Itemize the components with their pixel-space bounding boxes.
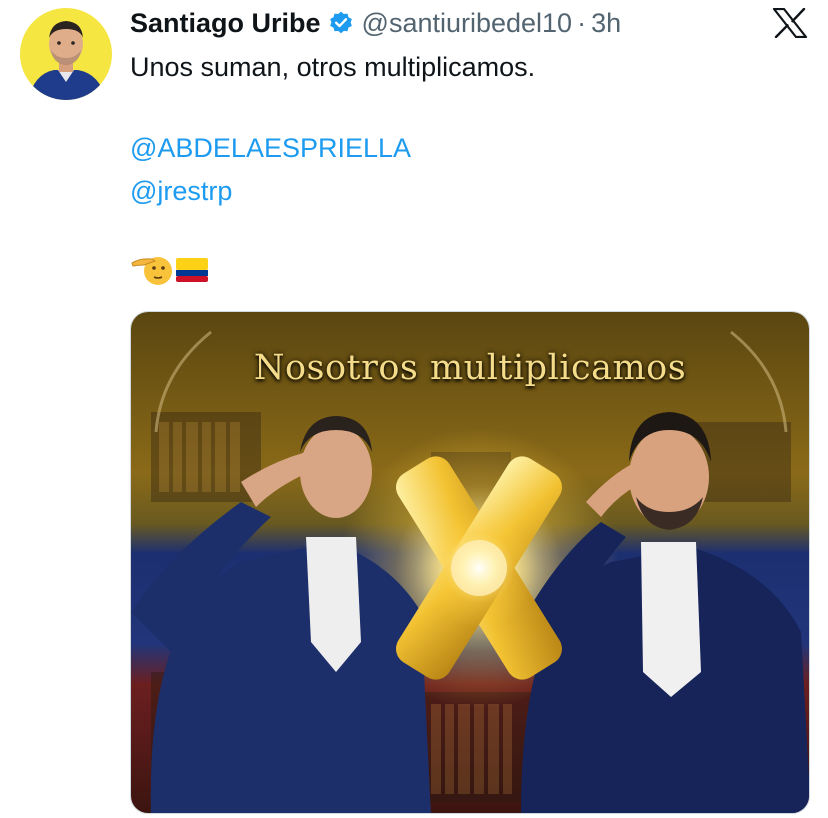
- tweet-header: Santiago Uribe @santiuribedel10 · 3h: [130, 4, 621, 42]
- x-logo-icon[interactable]: [772, 7, 808, 39]
- author-avatar[interactable]: [20, 8, 112, 100]
- tweet-timestamp[interactable]: 3h: [591, 8, 621, 39]
- author-handle[interactable]: @santiuribedel10: [362, 8, 573, 39]
- emoji-row: [130, 252, 208, 292]
- tweet-text: Unos suman, otros multiplicamos.: [130, 52, 536, 82]
- tweet-media-image[interactable]: Nosotros multiplicamos: [130, 311, 810, 814]
- media-title-text: Nosotros multiplicamos: [253, 348, 687, 388]
- colombia-flag-emoji: [176, 257, 208, 287]
- verified-badge-icon: [328, 10, 354, 36]
- saluting-hand-emoji: [130, 251, 174, 294]
- tweet-card: Santiago Uribe @santiuribedel10 · 3h Uno…: [0, 0, 828, 818]
- mention-link-jrestrp[interactable]: @jrestrp: [130, 173, 232, 209]
- header-separator: ·: [577, 7, 587, 38]
- author-display-name[interactable]: Santiago Uribe: [130, 8, 321, 39]
- mention-link-abdelaespriella[interactable]: @ABDELAESPRIELLA: [130, 130, 411, 166]
